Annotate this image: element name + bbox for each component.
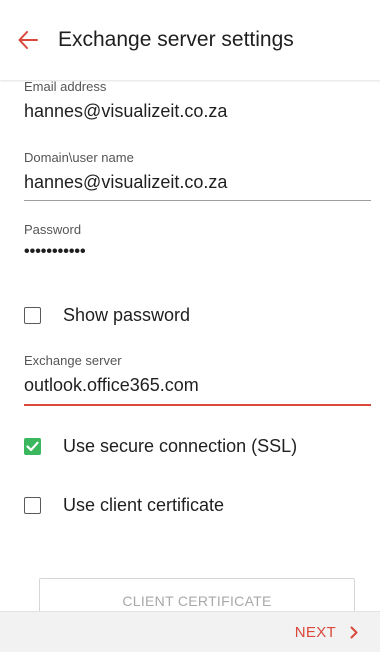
chevron-right-icon <box>350 626 358 639</box>
email-field[interactable]: Email address hannes@visualizeit.co.za <box>24 79 371 122</box>
show-password-option[interactable]: Show password <box>24 303 190 327</box>
client-cert-label: Use client certificate <box>63 495 225 515</box>
client-cert-option[interactable]: Use client certificate <box>24 493 224 517</box>
bottom-bar: NEXT <box>0 611 380 652</box>
back-button[interactable] <box>14 26 42 54</box>
app-bar: Exchange server settings <box>0 0 380 80</box>
show-password-label: Show password <box>63 305 191 325</box>
client-cert-checkbox[interactable] <box>24 496 41 514</box>
arrow-left-icon <box>18 31 38 49</box>
use-ssl-option[interactable]: Use secure connection (SSL) <box>24 434 297 458</box>
domain-user-underline <box>24 200 371 201</box>
email-value: hannes@visualizeit.co.za <box>24 101 228 121</box>
password-value: ••••••••••• <box>24 243 86 260</box>
domain-user-label: Domain\user name <box>24 150 134 165</box>
domain-user-value: hannes@visualizeit.co.za <box>24 172 228 192</box>
exchange-server-underline <box>24 404 371 406</box>
domain-user-field[interactable]: Domain\user name hannes@visualizeit.co.z… <box>24 150 371 193</box>
password-label: Password <box>24 222 82 237</box>
page-title: Exchange server settings <box>58 28 294 51</box>
show-password-checkbox[interactable] <box>24 306 41 324</box>
password-field[interactable]: Password ••••••••••• <box>24 222 371 263</box>
next-button[interactable]: NEXT <box>295 612 358 652</box>
checkmark-icon <box>26 441 39 451</box>
next-label: NEXT <box>294 623 336 641</box>
exchange-server-label: Exchange server <box>24 353 122 368</box>
exchange-server-value: outlook.office365.com <box>24 375 199 395</box>
exchange-server-field[interactable]: Exchange server outlook.office365.com <box>24 353 371 396</box>
use-ssl-checkbox[interactable] <box>24 437 41 455</box>
use-ssl-label: Use secure connection (SSL) <box>63 436 298 456</box>
email-label: Email address <box>24 79 107 94</box>
